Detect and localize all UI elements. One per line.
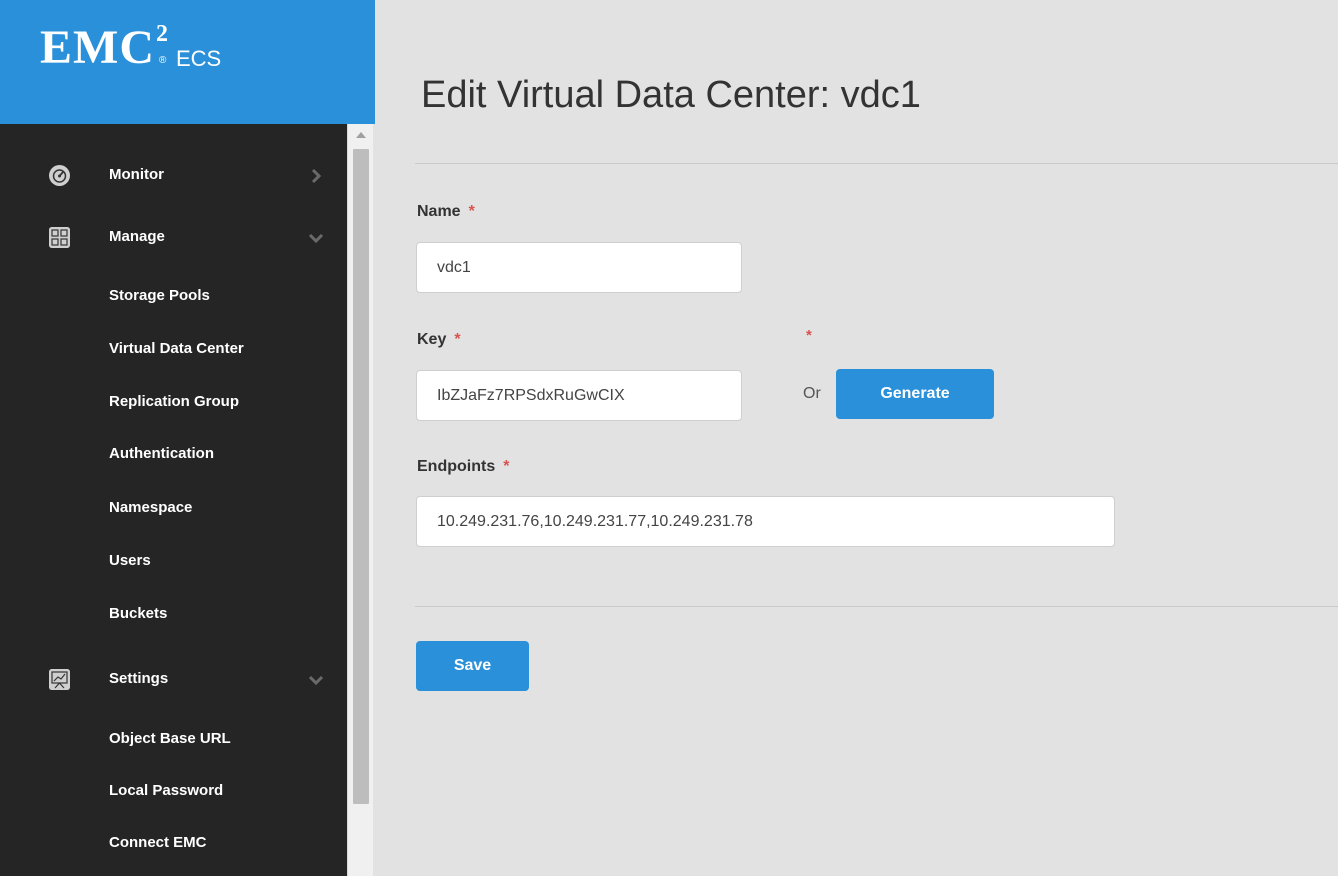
sidebar-item-connect-emc[interactable]: Connect EMC xyxy=(109,833,207,853)
page-title: Edit Virtual Data Center: vdc1 xyxy=(421,74,921,116)
required-marker: * xyxy=(503,458,510,475)
or-text: Or xyxy=(803,385,821,402)
sidebar-item-object-base-url[interactable]: Object Base URL xyxy=(109,729,231,749)
dashboard-icon xyxy=(49,165,70,186)
logo-text: EMC xyxy=(40,21,155,74)
sidebar-item-namespace[interactable]: Namespace xyxy=(109,498,192,518)
endpoints-label-text: Endpoints xyxy=(417,458,496,475)
brand-header: EMC2 ® ECS xyxy=(0,0,375,124)
settings-chart-icon xyxy=(49,669,70,690)
sidebar-item-replication-group[interactable]: Replication Group xyxy=(109,392,239,412)
registered-mark: ® xyxy=(159,55,167,66)
chevron-down-icon xyxy=(307,229,325,247)
product-name: ECS xyxy=(176,46,222,71)
logo-superscript: 2 xyxy=(155,21,169,47)
save-button[interactable]: Save xyxy=(416,641,529,691)
main-content: Edit Virtual Data Center: vdc1 Name * Key… xyxy=(373,0,1338,876)
manage-grid-icon xyxy=(49,227,70,248)
sidebar-group-label: Settings xyxy=(109,670,169,687)
sidebar-item-virtual-data-center[interactable]: Virtual Data Center xyxy=(109,339,244,359)
key-label-text: Key xyxy=(417,331,447,348)
required-marker: * xyxy=(454,331,461,348)
sidebar-group-manage[interactable]: Manage xyxy=(0,219,345,259)
sidebar: EMC2 ® ECS Monitor Manage Storage Pools … xyxy=(0,0,375,876)
generate-button[interactable]: Generate xyxy=(836,369,994,419)
name-label: Name * xyxy=(417,203,475,221)
endpoints-input[interactable] xyxy=(416,496,1115,547)
sidebar-scrollbar[interactable] xyxy=(347,124,373,876)
sidebar-item-storage-pools[interactable]: Storage Pools xyxy=(109,286,210,306)
scroll-up-arrow-icon[interactable] xyxy=(356,132,366,138)
key-label: Key * xyxy=(417,331,461,349)
sidebar-item-local-password[interactable]: Local Password xyxy=(109,781,223,801)
emc-logo: EMC2 xyxy=(40,21,169,74)
sidebar-group-settings[interactable]: Settings xyxy=(0,661,345,701)
required-marker: * xyxy=(806,327,812,344)
required-marker: * xyxy=(468,203,475,220)
sidebar-item-authentication[interactable]: Authentication xyxy=(109,444,214,464)
divider xyxy=(415,163,1338,164)
scrollbar-thumb[interactable] xyxy=(353,149,369,804)
chevron-right-icon xyxy=(307,167,325,185)
sidebar-group-monitor[interactable]: Monitor xyxy=(0,157,345,197)
endpoints-label: Endpoints * xyxy=(417,458,509,476)
sidebar-group-label: Monitor xyxy=(109,166,164,183)
sidebar-item-buckets[interactable]: Buckets xyxy=(109,604,167,624)
name-input[interactable] xyxy=(416,242,742,293)
key-input[interactable] xyxy=(416,370,742,421)
divider xyxy=(415,606,1338,607)
sidebar-item-users[interactable]: Users xyxy=(109,551,151,571)
name-label-text: Name xyxy=(417,203,461,220)
sidebar-group-label: Manage xyxy=(109,228,165,245)
chevron-down-icon xyxy=(307,671,325,689)
